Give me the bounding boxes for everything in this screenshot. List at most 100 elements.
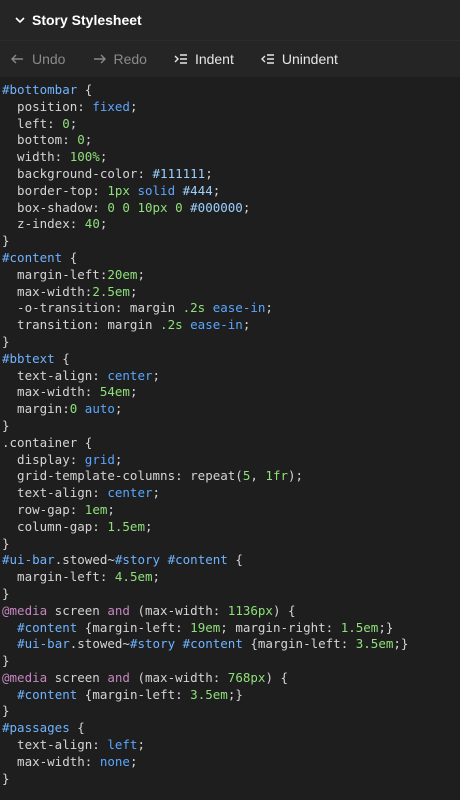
code-token: } — [2, 770, 10, 786]
code-line[interactable]: #passages { — [2, 720, 460, 737]
code-token: margin: — [2, 401, 70, 417]
code-line[interactable]: position: fixed; — [2, 99, 460, 116]
code-token: ; — [129, 384, 138, 400]
code-line[interactable]: } — [2, 334, 460, 351]
code-token: .2s — [160, 317, 183, 333]
code-line[interactable]: text-align: left; — [2, 737, 460, 754]
redo-label: Redo — [113, 51, 147, 67]
code-line[interactable]: @media screen and (max-width: 768px) { — [2, 670, 460, 687]
code-line[interactable]: background-color: #111111; — [2, 166, 460, 183]
code-token: ; — [107, 501, 115, 517]
code-line[interactable]: } — [2, 233, 460, 250]
code-token: row-gap: — [2, 501, 85, 517]
code-line[interactable]: } — [2, 536, 460, 553]
code-line[interactable]: } — [2, 586, 460, 603]
code-line[interactable]: max-width: 54em; — [2, 384, 460, 401]
code-token: box-shadow: — [2, 199, 108, 215]
code-line[interactable]: margin-left:20em; — [2, 267, 460, 284]
code-token: { — [77, 82, 93, 97]
code-line[interactable]: max-width: none; — [2, 754, 460, 771]
code-line[interactable]: left: 0; — [2, 116, 460, 133]
code-token: ; — [129, 753, 138, 769]
code-line[interactable]: #content { — [2, 250, 460, 267]
code-token: } — [2, 417, 10, 433]
code-line[interactable]: @media screen and (max-width: 1136px) { — [2, 603, 460, 620]
code-line[interactable]: margin:0 auto; — [2, 401, 460, 418]
code-token: } — [2, 233, 10, 249]
code-token: (max-width: — [129, 669, 228, 685]
code-token: 1.5em — [107, 518, 145, 534]
panel-header[interactable]: Story Stylesheet — [0, 0, 460, 40]
code-token: @media — [2, 602, 48, 618]
code-token: ; — [152, 367, 161, 383]
code-line[interactable]: text-align: center; — [2, 485, 460, 502]
code-token: ; — [114, 451, 123, 467]
code-line[interactable]: border-top: 1px solid #444; — [2, 183, 460, 200]
code-token: max-width: — [2, 753, 100, 769]
code-token: #content — [17, 619, 78, 635]
code-line[interactable]: margin-left: 4.5em; — [2, 569, 460, 586]
code-line[interactable]: #content {margin-left: 3.5em;} — [2, 687, 460, 704]
redo-button[interactable]: Redo — [87, 49, 150, 69]
code-token: 3.5em — [190, 686, 228, 702]
code-line[interactable]: #bottombar { — [2, 82, 460, 99]
code-token: 3.5em — [355, 636, 394, 652]
code-line[interactable]: display: grid; — [2, 452, 460, 469]
indent-label: Indent — [194, 51, 234, 67]
code-line[interactable]: bottom: 0; — [2, 132, 460, 149]
code-token: { — [69, 720, 85, 736]
chevron-down-icon[interactable] — [10, 14, 30, 26]
code-token: { — [227, 552, 243, 568]
code-token: ); — [288, 468, 304, 484]
code-line[interactable]: -o-transition: margin .2s ease-in; — [2, 300, 460, 317]
code-line[interactable]: } — [2, 703, 460, 720]
unindent-button[interactable]: Unindent — [256, 49, 342, 69]
code-token: ; — [137, 266, 145, 282]
code-line[interactable]: width: 100%; — [2, 149, 460, 166]
panel-title: Story Stylesheet — [32, 12, 142, 28]
code-line[interactable]: #ui-bar.stowed~#story #content { — [2, 552, 460, 569]
code-line[interactable]: transition: margin .2s ease-in; — [2, 317, 460, 334]
code-token: #111111 — [152, 165, 206, 181]
undo-label: Undo — [32, 51, 66, 67]
code-line[interactable]: .container { — [2, 435, 460, 452]
code-token: width: — [2, 149, 70, 165]
code-line[interactable]: #bbtext { — [2, 351, 460, 368]
code-token: 0 0 10px 0 — [107, 199, 183, 215]
code-content[interactable]: #bottombar { position: fixed; left: 0; b… — [0, 82, 460, 787]
code-line[interactable]: #content {margin-left: 19em; margin-righ… — [2, 620, 460, 637]
code-line[interactable]: column-gap: 1.5em; — [2, 519, 460, 536]
undo-button[interactable]: Undo — [6, 49, 69, 69]
code-token: .2s — [182, 300, 206, 316]
code-editor[interactable]: #bottombar { position: fixed; left: 0; b… — [0, 78, 460, 800]
code-token: none — [99, 753, 130, 769]
code-token: ; — [145, 518, 153, 534]
code-token: center — [107, 485, 153, 501]
code-line[interactable]: #ui-bar.stowed~#story #content {margin-l… — [2, 636, 460, 653]
code-line[interactable]: max-width:2.5em; — [2, 284, 460, 301]
code-token: 2.5em — [92, 283, 130, 299]
code-token: display: — [2, 451, 85, 467]
code-token: transition: margin — [2, 317, 161, 333]
code-line[interactable]: grid-template-columns: repeat(5, 1fr); — [2, 468, 460, 485]
code-token: ease-in — [190, 317, 243, 333]
code-token: border-top: — [2, 182, 108, 198]
code-token: -o-transition: margin — [2, 300, 183, 316]
code-token: max-width: — [2, 384, 100, 400]
code-line[interactable]: } — [2, 653, 460, 670]
code-line[interactable]: box-shadow: 0 0 10px 0 #000000; — [2, 200, 460, 217]
code-token: 1136px — [227, 602, 273, 618]
code-token: { — [62, 249, 78, 265]
indent-button[interactable]: Indent — [169, 49, 238, 69]
code-line[interactable]: } — [2, 771, 460, 788]
code-token: ; — [99, 149, 108, 165]
code-token: z-index: — [2, 216, 85, 232]
code-line[interactable]: } — [2, 418, 460, 435]
code-token: text-align: — [2, 485, 108, 501]
code-line[interactable]: text-align: center; — [2, 368, 460, 385]
code-line[interactable]: row-gap: 1em; — [2, 502, 460, 519]
code-token: #ui-bar — [2, 552, 55, 568]
code-line[interactable]: z-index: 40; — [2, 216, 460, 233]
